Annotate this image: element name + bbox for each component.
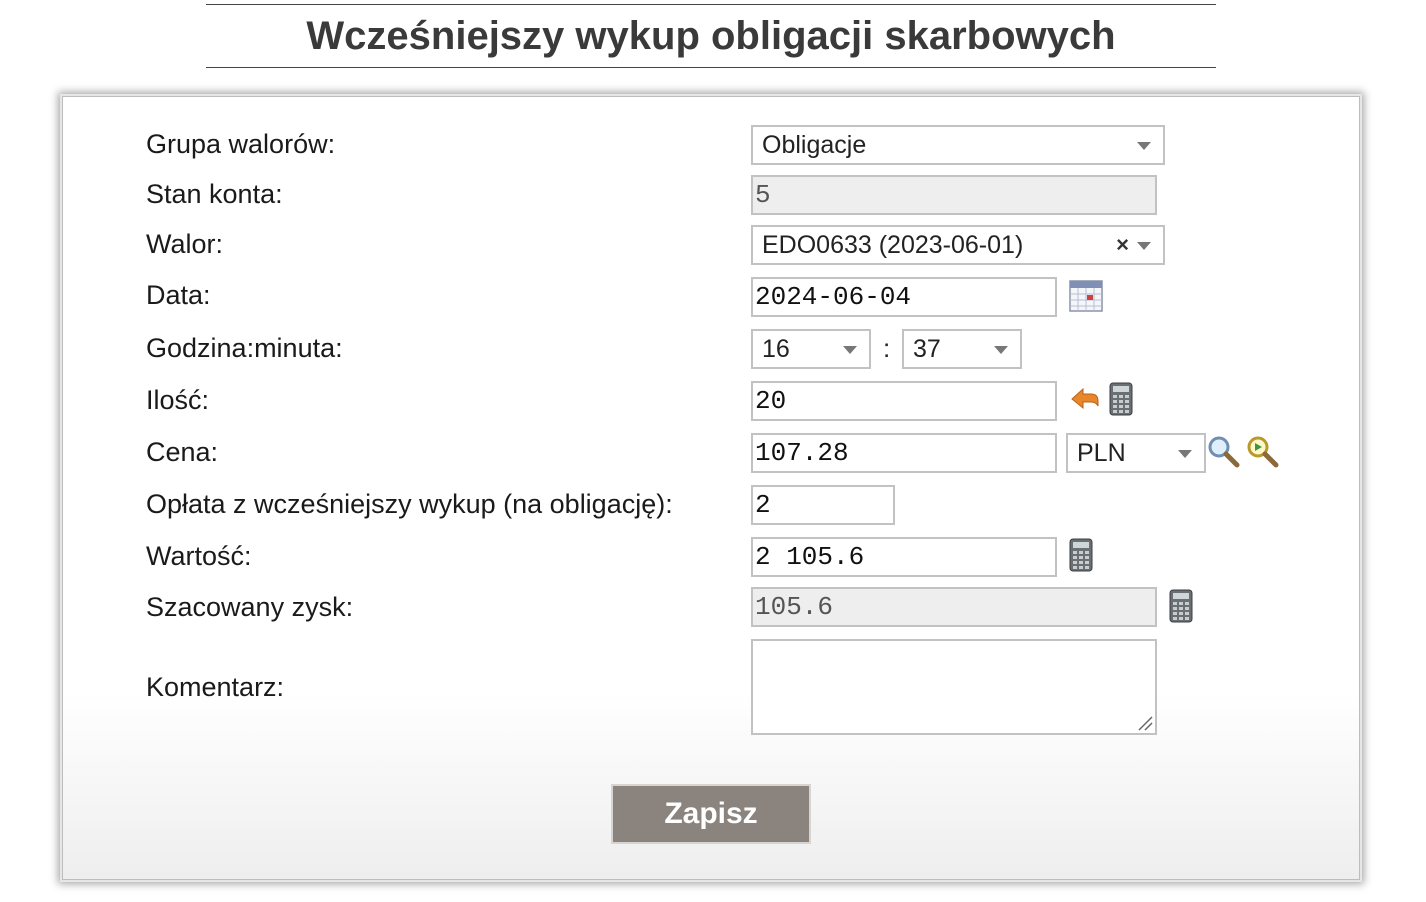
chevron-down-icon xyxy=(843,346,857,354)
balance-field: 5 xyxy=(751,175,1157,215)
fee-label: Opłata z wcześniejszy wykup (na obligacj… xyxy=(146,489,673,519)
balance-label: Stan konta: xyxy=(146,179,283,209)
minute-select[interactable]: 37 xyxy=(902,329,1022,369)
profit-field: 105.6 xyxy=(751,587,1157,627)
comment-label: Komentarz: xyxy=(146,672,285,702)
security-select-value: EDO0633 (2023-06-01) xyxy=(762,230,1024,259)
chevron-down-icon xyxy=(1137,142,1151,150)
calendar-icon[interactable] xyxy=(1069,280,1103,312)
time-label: Godzina:minuta: xyxy=(146,333,343,363)
hour-select-value: 16 xyxy=(762,334,790,363)
price-label: Cena: xyxy=(146,437,219,467)
date-label: Data: xyxy=(146,280,211,310)
security-label: Walor: xyxy=(146,229,224,259)
search-icon[interactable] xyxy=(1207,435,1241,469)
date-field[interactable]: 2024-06-04 xyxy=(751,277,1057,317)
chevron-down-icon xyxy=(994,346,1008,354)
chevron-down-icon xyxy=(1178,450,1192,458)
calculator-icon[interactable] xyxy=(1109,382,1133,416)
search-advanced-icon[interactable] xyxy=(1246,435,1280,469)
quantity-field[interactable]: 20 xyxy=(751,381,1057,421)
page-title: Wcześniejszy wykup obligacji skarbowych xyxy=(306,13,1116,58)
calculator-icon[interactable] xyxy=(1069,538,1093,572)
value-label: Wartość: xyxy=(146,541,252,571)
minute-select-value: 37 xyxy=(913,334,941,363)
arrow-left-icon[interactable] xyxy=(1071,386,1099,412)
currency-select[interactable]: PLN xyxy=(1066,433,1206,473)
group-select[interactable]: Obligacje xyxy=(751,125,1165,165)
resize-handle-icon[interactable] xyxy=(1137,715,1153,731)
quantity-label: Ilość: xyxy=(146,385,210,415)
profit-label: Szacowany zysk: xyxy=(146,592,354,622)
fee-field[interactable]: 2 xyxy=(751,485,895,525)
security-select[interactable]: EDO0633 (2023-06-01) × xyxy=(751,225,1165,265)
page-header: Wcześniejszy wykup obligacji skarbowych xyxy=(206,4,1216,68)
form-panel: Grupa walorów: Obligacje Stan konta: 5 W… xyxy=(62,96,1360,880)
chevron-down-icon xyxy=(1137,242,1151,250)
group-label: Grupa walorów: xyxy=(146,129,336,159)
clear-icon[interactable]: × xyxy=(1116,232,1129,258)
calculator-icon[interactable] xyxy=(1169,589,1193,623)
hour-select[interactable]: 16 xyxy=(751,329,871,369)
currency-select-value: PLN xyxy=(1077,438,1126,467)
group-select-value: Obligacje xyxy=(762,130,867,159)
time-separator: : xyxy=(883,333,891,363)
value-field[interactable]: 2 105.6 xyxy=(751,537,1057,577)
comment-textarea[interactable] xyxy=(751,639,1157,735)
price-field[interactable]: 107.28 xyxy=(751,433,1057,473)
save-button[interactable]: Zapisz xyxy=(611,784,811,844)
